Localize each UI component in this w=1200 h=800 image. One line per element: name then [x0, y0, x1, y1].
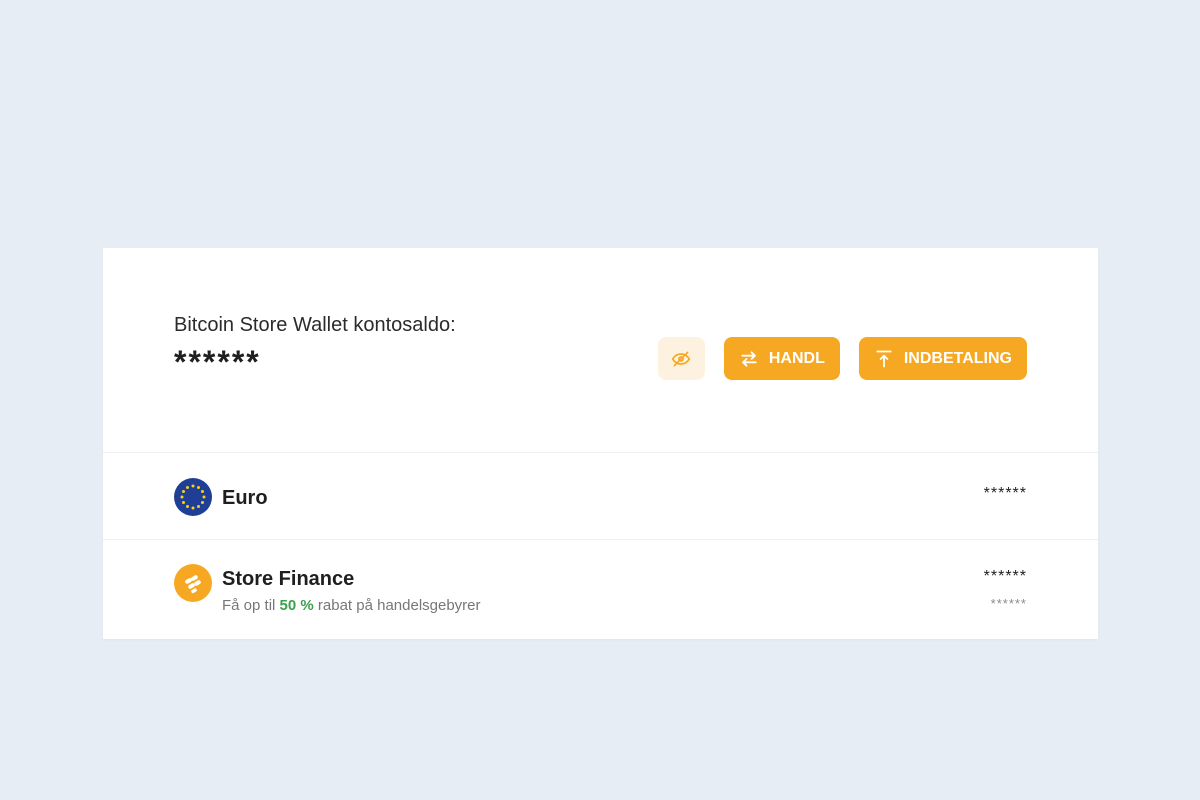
- promo-prefix: Få op til: [222, 597, 276, 614]
- promo-suffix: rabat på handelsgebyrer: [317, 597, 481, 614]
- store-finance-logo-icon: [174, 564, 212, 602]
- upload-arrow-icon: [874, 349, 894, 369]
- promo-highlight: 50 %: [279, 597, 314, 614]
- asset-amount-secondary: ******: [990, 596, 1027, 611]
- asset-name: Store Finance: [222, 568, 355, 590]
- asset-promo-text: Få op til 50 % rabat på handelsgebyrer: [222, 597, 481, 614]
- asset-amount: ******: [983, 568, 1027, 585]
- asset-row-store-finance[interactable]: Store Finance Få op til 50 % rabat på ha…: [103, 540, 1098, 638]
- asset-name: Euro: [222, 487, 268, 509]
- asset-amount: ******: [983, 485, 1027, 502]
- deposit-button-label: INDBETALING: [903, 349, 1012, 367]
- asset-row-euro[interactable]: Euro ******: [103, 453, 1098, 540]
- swap-arrows-icon: [739, 349, 759, 369]
- toggle-visibility-button[interactable]: [657, 337, 705, 380]
- trade-button-label: HANDL: [768, 349, 825, 367]
- action-buttons: HANDL INDBETALING: [657, 337, 1027, 380]
- wallet-header: Bitcoin Store Wallet kontosaldo: ******: [103, 248, 1098, 453]
- balance-value: ******: [174, 344, 261, 380]
- balance-label: Bitcoin Store Wallet kontosaldo:: [174, 314, 456, 336]
- trade-button[interactable]: HANDL: [723, 337, 840, 380]
- eu-flag-icon: [174, 478, 212, 516]
- deposit-button[interactable]: INDBETALING: [858, 337, 1027, 380]
- wallet-card: Bitcoin Store Wallet kontosaldo: ******: [103, 248, 1098, 639]
- eye-off-icon: [671, 349, 691, 369]
